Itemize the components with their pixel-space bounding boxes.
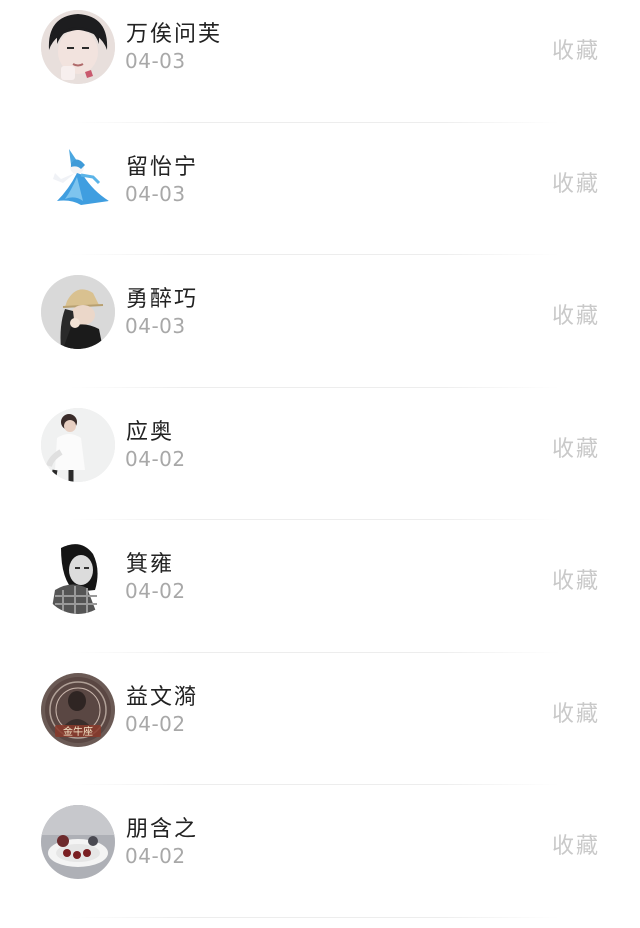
list-item[interactable]: 金牛座 益文漪 04-02 收藏 [0, 663, 640, 796]
item-date: 04-02 [125, 844, 186, 868]
divider [70, 519, 560, 520]
favorite-button[interactable]: 收藏 [552, 431, 600, 463]
item-date: 04-03 [125, 181, 186, 206]
user-name: 益文漪 [126, 684, 199, 710]
divider [70, 784, 560, 785]
user-name: 勇醉巧 [126, 287, 199, 312]
list-item[interactable]: 箕雍 04-02 收藏 [0, 530, 640, 663]
user-name: 箕雍 [126, 552, 175, 577]
favorite-button[interactable]: 收藏 [552, 828, 600, 860]
avatar-hat-girl-icon[interactable] [41, 275, 115, 349]
divider [70, 916, 560, 918]
user-name: 留怡宁 [126, 154, 199, 180]
list-item[interactable]: 留怡宁 04-03 收藏 [0, 133, 640, 266]
user-name: 朋含之 [126, 817, 199, 842]
avatar-gardevoir-icon[interactable] [41, 142, 115, 217]
favorite-button[interactable]: 收藏 [552, 166, 600, 198]
avatar-white-shirt-boy-icon[interactable] [41, 407, 115, 482]
favorite-button[interactable]: 收藏 [552, 298, 600, 330]
favorite-button[interactable]: 收藏 [552, 696, 600, 728]
item-date: 04-03 [125, 314, 186, 338]
favorite-button[interactable]: 收藏 [552, 33, 600, 65]
divider [70, 386, 560, 388]
user-name: 万俟问芙 [126, 22, 223, 47]
divider [70, 254, 560, 255]
item-date: 04-02 [125, 711, 186, 736]
list-item[interactable]: 应奥 04-02 收藏 [0, 398, 640, 531]
item-date: 04-02 [125, 579, 186, 603]
divider [70, 121, 560, 123]
item-date: 04-02 [125, 446, 186, 471]
avatar-dessert-plate-icon[interactable] [41, 805, 115, 879]
avatar-boy-face-icon[interactable] [41, 10, 115, 84]
list-item[interactable]: 万俟问芙 04-03 收藏 [0, 0, 640, 133]
favorite-button[interactable]: 收藏 [552, 563, 600, 595]
list-item[interactable]: 勇醉巧 04-03 收藏 [0, 265, 640, 398]
user-list: 万俟问芙 04-03 收藏 留怡宁 04-03 收藏 勇醉巧 04-03 收藏 … [0, 0, 640, 923]
svg-text:金牛座: 金牛座 [63, 725, 93, 738]
avatar-zodiac-badge-icon[interactable]: 金牛座 [41, 672, 115, 747]
avatar-bw-girl-icon[interactable] [41, 540, 115, 614]
list-item[interactable]: 朋含之 04-02 收藏 [0, 795, 640, 928]
divider [70, 651, 560, 653]
item-date: 04-03 [125, 49, 186, 73]
user-name: 应奥 [126, 419, 175, 445]
